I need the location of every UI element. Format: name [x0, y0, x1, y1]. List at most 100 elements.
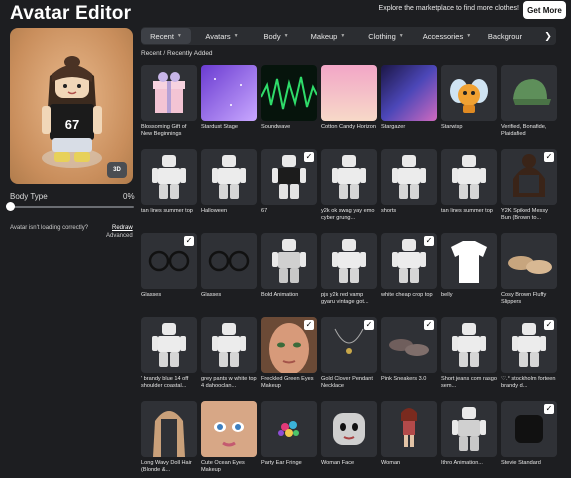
item-thumbnail[interactable]: ✓	[501, 317, 557, 373]
chevron-down-icon: ▼	[283, 33, 289, 39]
item-thumbnail[interactable]	[201, 317, 257, 373]
item-card[interactable]: shorts	[381, 149, 437, 233]
item-name: Glasses	[141, 292, 162, 298]
item-thumbnail[interactable]	[201, 149, 257, 205]
item-thumbnail[interactable]	[201, 401, 257, 457]
tab-label: Recent	[150, 31, 174, 41]
tab-clothing[interactable]: Clothing ▼	[357, 28, 415, 44]
item-card[interactable]: Verified, Bonafide, Plaidafied	[501, 65, 557, 149]
item-thumbnail[interactable]	[141, 317, 197, 373]
item-name: Stardust Stage	[201, 124, 239, 130]
item-thumbnail[interactable]	[321, 233, 377, 289]
tab-avatars[interactable]: Avatars ▼	[191, 28, 253, 44]
item-card[interactable]: Short jeans com rasgo sem...	[441, 317, 497, 401]
item-thumbnail[interactable]	[321, 401, 377, 457]
item-card[interactable]: Cute Ocean Eyes Makeup	[201, 401, 257, 478]
item-card[interactable]: Ithro Animation...	[441, 401, 497, 478]
item-card[interactable]: Bold Animation	[261, 233, 317, 317]
item-name: shorts	[381, 208, 397, 214]
item-thumbnail[interactable]	[261, 401, 317, 457]
item-name: Short jeans com rasgo sem...	[441, 376, 497, 389]
item-name: Long Wavy Doll Hair (Blonde &...	[141, 460, 192, 473]
item-card[interactable]: Starwisp	[441, 65, 497, 149]
item-card[interactable]: Long Wavy Doll Hair (Blonde &...	[141, 401, 197, 478]
tab-accessories[interactable]: Accessories ▼	[415, 28, 479, 44]
item-card[interactable]: ✓ Pink Sneakers 3.0	[381, 317, 437, 401]
advanced-link[interactable]: Advanced	[106, 233, 133, 239]
view-3d-toggle[interactable]: 3D	[107, 162, 127, 178]
item-thumbnail[interactable]	[381, 65, 437, 121]
tab-recent[interactable]: Recent ▼	[141, 28, 191, 44]
item-thumbnail[interactable]: ✓	[261, 317, 317, 373]
item-thumbnail[interactable]: ✓	[141, 233, 197, 289]
item-name: Woman	[381, 460, 401, 466]
item-thumbnail[interactable]	[501, 65, 557, 121]
item-card[interactable]: ✓ 67	[261, 149, 317, 233]
equipped-check-icon: ✓	[184, 236, 194, 246]
body-type-slider-track[interactable]	[10, 206, 134, 208]
body-type-slider-handle[interactable]	[6, 202, 15, 211]
item-card[interactable]: tan lines summer top	[141, 149, 197, 233]
redraw-link[interactable]: Redraw	[112, 225, 133, 231]
item-name: Bold Animation	[261, 292, 299, 298]
item-card[interactable]: Halloween	[201, 149, 257, 233]
item-thumbnail[interactable]	[501, 233, 557, 289]
item-card[interactable]: ✓ ♡.° stockholm forteen brandy d...	[501, 317, 557, 401]
tab-backgrour[interactable]: Backgrour	[479, 28, 531, 44]
item-thumbnail[interactable]	[441, 317, 497, 373]
item-card[interactable]: belly	[441, 233, 497, 317]
item-card[interactable]: tan lines summer top	[441, 149, 497, 233]
item-card[interactable]: Woman Face	[321, 401, 377, 478]
item-thumbnail[interactable]: ✓	[261, 149, 317, 205]
item-thumbnail[interactable]	[261, 233, 317, 289]
item-name: Woman Face	[321, 460, 355, 466]
item-thumbnail[interactable]: ✓	[501, 401, 557, 457]
item-thumbnail[interactable]	[321, 65, 377, 121]
item-card[interactable]: ✓ Glasses	[141, 233, 197, 317]
item-thumbnail[interactable]	[201, 233, 257, 289]
item-thumbnail[interactable]	[141, 65, 197, 121]
item-card[interactable]: Stargazer	[381, 65, 437, 149]
item-name: Verified, Bonafide, Plaidafied	[501, 124, 547, 137]
item-card[interactable]: Stardust Stage	[201, 65, 257, 149]
item-thumbnail[interactable]: ✓	[321, 317, 377, 373]
item-card[interactable]: Woman	[381, 401, 437, 478]
item-thumbnail[interactable]	[141, 149, 197, 205]
item-thumbnail[interactable]	[141, 401, 197, 457]
item-thumbnail[interactable]	[441, 65, 497, 121]
item-card[interactable]: ✓ Freckled Green Eyes Makeup	[261, 317, 317, 401]
tab-makeup[interactable]: Makeup ▼	[299, 28, 357, 44]
item-card[interactable]: Glasses	[201, 233, 257, 317]
item-card[interactable]: Party Ear Fringe	[261, 401, 317, 478]
equipped-check-icon: ✓	[424, 236, 434, 246]
item-card[interactable]: Cosy Brown Fluffy Slippers	[501, 233, 557, 317]
item-thumbnail[interactable]	[441, 149, 497, 205]
avatar-preview[interactable]: 67 3D	[10, 28, 133, 184]
item-thumbnail[interactable]	[441, 233, 497, 289]
item-thumbnail[interactable]: ✓	[381, 233, 437, 289]
item-thumbnail[interactable]	[321, 149, 377, 205]
item-name: Pink Sneakers 3.0	[381, 376, 427, 382]
tab-body[interactable]: Body ▼	[253, 28, 299, 44]
item-card[interactable]: Soundwave	[261, 65, 317, 149]
item-card[interactable]: ✓ white cheap crop top	[381, 233, 437, 317]
tabs-next-arrow-icon[interactable]: ❯	[540, 27, 556, 45]
item-card[interactable]: ✓ Y2K Spiked Messy Bun (Brown to...	[501, 149, 557, 233]
item-thumbnail[interactable]	[441, 401, 497, 457]
item-thumbnail[interactable]	[261, 65, 317, 121]
item-card[interactable]: pjs y2k red vamp gyaru vintage got...	[321, 233, 377, 317]
item-thumbnail[interactable]	[381, 149, 437, 205]
item-card[interactable]: ' brandy blue 14 off shoulder coastal...	[141, 317, 197, 401]
item-thumbnail[interactable]	[381, 401, 437, 457]
item-thumbnail[interactable]: ✓	[501, 149, 557, 205]
item-card[interactable]: grey pants w white top 4 dahooclan...	[201, 317, 257, 401]
item-thumbnail[interactable]: ✓	[381, 317, 437, 373]
item-card[interactable]: ✓ Gold Clover Pendant Necklace	[321, 317, 377, 401]
item-thumbnail[interactable]	[201, 65, 257, 121]
item-card[interactable]: Blossoming Gift of New Beginnings	[141, 65, 197, 149]
item-card[interactable]: ✓ Stevie Standard	[501, 401, 557, 478]
item-card[interactable]: Cotton Candy Horizon	[321, 65, 377, 149]
item-card[interactable]: y2k ok swag yay emo cyber grung...	[321, 149, 377, 233]
get-more-button[interactable]: Get More	[523, 1, 566, 19]
equipped-check-icon: ✓	[304, 320, 314, 330]
